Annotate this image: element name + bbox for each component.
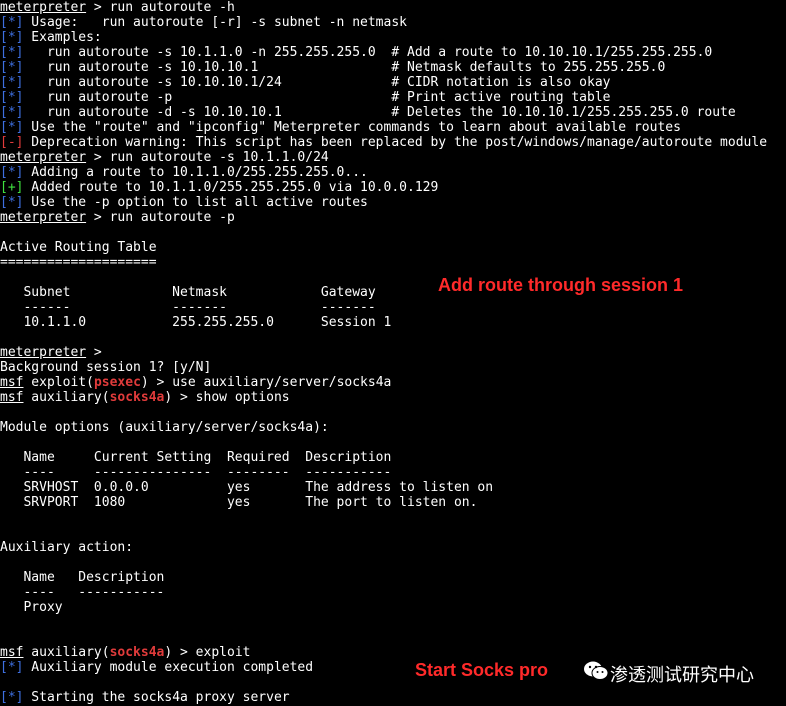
command-text: auxiliary( (23, 645, 110, 660)
info-tag: [*] (0, 660, 24, 675)
auxiliary-action-title: Auxiliary action: (0, 540, 134, 555)
terminal-line: [*] Usage: run autoroute [-r] -s subnet … (0, 15, 407, 30)
terminal-line: [*] run autoroute -s 10.1.1.0 -n 255.255… (0, 45, 712, 60)
terminal-line: meterpreter > (0, 345, 102, 360)
output-text: Starting the socks4a proxy server (23, 690, 290, 705)
info-tag: [*] (0, 75, 24, 90)
terminal-line: [*] run autoroute -d -s 10.10.10.1 # Del… (0, 105, 736, 120)
terminal-line: meterpreter > run autoroute -h (0, 0, 235, 15)
success-tag: [+] (0, 180, 24, 195)
command-text: ) > use auxiliary/server/socks4a (140, 375, 392, 390)
output-text: run autoroute -s 10.1.1.0 -n 255.255.255… (23, 45, 713, 60)
options-table-divider: ---- --------------- -------- ----------… (0, 465, 392, 480)
wechat-icon (584, 661, 609, 680)
info-tag: [*] (0, 105, 24, 120)
action-table-header: Name Description (0, 570, 165, 585)
module-name: psexec (93, 375, 141, 390)
routing-table-row: 10.1.1.0 255.255.255.0 Session 1 (0, 315, 392, 330)
watermark-text: 渗透测试研究中心 (610, 665, 754, 685)
msf-prompt: msf (0, 390, 24, 405)
routing-table-title: Active Routing Table (0, 240, 157, 255)
terminal-line: [*] Use the "route" and "ipconfig" Meter… (0, 120, 681, 135)
info-tag: [*] (0, 30, 24, 45)
annotation-start-socks: Start Socks pro (415, 660, 549, 680)
module-name: socks4a (109, 390, 165, 405)
output-text: Examples: (23, 30, 102, 45)
info-tag: [*] (0, 90, 24, 105)
meterpreter-prompt: meterpreter (0, 150, 87, 165)
terminal-line: meterpreter > run autoroute -p (0, 210, 235, 225)
output-text: Usage: run autoroute [-r] -s subnet -n n… (23, 15, 407, 30)
terminal-line: [*] run autoroute -p # Print active rout… (0, 90, 610, 105)
output-text: Auxiliary module execution completed (23, 660, 314, 675)
info-tag: [*] (0, 120, 24, 135)
options-table-row: SRVHOST 0.0.0.0 yes The address to liste… (0, 480, 494, 495)
meterpreter-prompt: meterpreter (0, 0, 87, 15)
terminal-line: msf exploit(psexec) > use auxiliary/serv… (0, 375, 391, 390)
terminal-line: msf auxiliary(socks4a) > show options (0, 390, 290, 405)
output-text: run autoroute -s 10.10.10.1/24 # CIDR no… (23, 75, 611, 90)
terminal-line: [*] run autoroute -s 10.10.10.1/24 # CID… (0, 75, 610, 90)
command-text: exploit( (23, 375, 94, 390)
terminal-line: msf auxiliary(socks4a) > exploit (0, 645, 250, 660)
msf-prompt: msf (0, 375, 24, 390)
command-text: > (86, 345, 102, 360)
command-text: ) > show options (164, 390, 290, 405)
options-table-row: SRVPORT 1080 yes The port to listen on. (0, 495, 478, 510)
command-text: ) > exploit (164, 645, 251, 660)
output-text: Use the -p option to list all active rou… (23, 195, 368, 210)
command-text: > run autoroute -h (86, 0, 235, 15)
routing-table-header: Subnet Netmask Gateway (0, 285, 376, 300)
command-text: auxiliary( (23, 390, 110, 405)
command-text: > run autoroute -p (86, 210, 235, 225)
terminal-line: [+] Added route to 10.1.1.0/255.255.255.… (0, 180, 438, 195)
info-tag: [*] (0, 45, 24, 60)
terminal-line: [*] Auxiliary module execution completed (0, 660, 313, 675)
routing-table-underline: ==================== (0, 255, 157, 270)
info-tag: [*] (0, 15, 24, 30)
error-tag: [-] (0, 135, 24, 150)
meterpreter-prompt: meterpreter (0, 345, 87, 360)
output-text: Use the "route" and "ipconfig" Meterpret… (23, 120, 681, 135)
terminal-window[interactable]: meterpreter > run autoroute -h [*] Usage… (0, 0, 786, 706)
info-tag: [*] (0, 165, 24, 180)
info-tag: [*] (0, 195, 24, 210)
background-session-prompt: Background session 1? [y/N] (0, 360, 212, 375)
output-text: Added route to 10.1.1.0/255.255.255.0 vi… (23, 180, 439, 195)
info-tag: [*] (0, 60, 24, 75)
options-table-header: Name Current Setting Required Descriptio… (0, 450, 392, 465)
terminal-line: meterpreter > run autoroute -s 10.1.1.0/… (0, 150, 329, 165)
annotation-add-route: Add route through session 1 (438, 275, 684, 295)
action-table-row: Proxy (0, 600, 63, 615)
action-table-divider: ---- ----------- (0, 585, 165, 600)
terminal-line: [*] Examples: (0, 30, 102, 45)
terminal-line: [*] Starting the socks4a proxy server (0, 690, 290, 705)
command-text: > run autoroute -s 10.1.1.0/24 (86, 150, 329, 165)
routing-table-divider: ------ ------- ------- (0, 300, 376, 315)
terminal-line: [*] Use the -p option to list all active… (0, 195, 368, 210)
meterpreter-prompt: meterpreter (0, 210, 87, 225)
module-options-title: Module options (auxiliary/server/socks4a… (0, 420, 329, 435)
output-text: Deprecation warning: This script has bee… (23, 135, 768, 150)
msf-prompt: msf (0, 645, 24, 660)
terminal-line: [-] Deprecation warning: This script has… (0, 135, 767, 150)
output-text: run autoroute -d -s 10.10.10.1 # Deletes… (23, 105, 736, 120)
module-name: socks4a (109, 645, 165, 660)
output-text: run autoroute -s 10.10.10.1 # Netmask de… (23, 60, 666, 75)
info-tag: [*] (0, 690, 24, 705)
output-text: run autoroute -p # Print active routing … (23, 90, 611, 105)
terminal-line: [*] Adding a route to 10.1.1.0/255.255.2… (0, 165, 368, 180)
output-text: Adding a route to 10.1.1.0/255.255.255.0… (23, 165, 368, 180)
terminal-line: [*] run autoroute -s 10.10.10.1 # Netmas… (0, 60, 665, 75)
